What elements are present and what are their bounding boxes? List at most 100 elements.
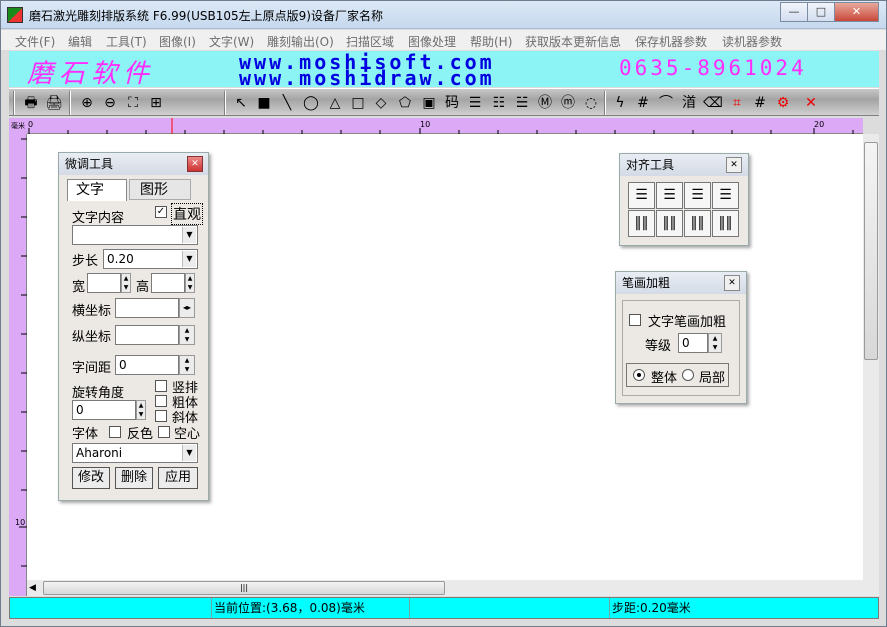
vertical-scroll-thumb[interactable] bbox=[864, 142, 878, 360]
align-close-icon[interactable]: ✕ bbox=[726, 157, 742, 173]
height-spinner[interactable]: ▲ ▼ bbox=[185, 273, 195, 293]
stroke-bold-close-icon[interactable]: ✕ bbox=[724, 275, 740, 291]
width-spinner[interactable]: ▲ ▼ bbox=[121, 273, 131, 293]
menu-image[interactable]: 图像(I) bbox=[159, 33, 196, 50]
print-icon[interactable]: 🖶 bbox=[21, 93, 41, 113]
menu-tools[interactable]: 工具(T) bbox=[106, 33, 147, 50]
fit-all-icon[interactable]: ⊞ bbox=[146, 93, 166, 113]
horizontal-scroll-thumb[interactable]: ||| bbox=[43, 581, 445, 595]
eraser-icon[interactable]: ⌫ bbox=[703, 93, 723, 113]
rectangle-icon[interactable]: □ bbox=[348, 93, 368, 113]
align-center-icon[interactable]: ☰ bbox=[656, 182, 683, 209]
fine-tune-close-icon[interactable]: ✕ bbox=[187, 156, 203, 172]
delete-button[interactable]: 删除 bbox=[115, 467, 153, 489]
dotted-circle-icon[interactable]: ◌ bbox=[581, 93, 601, 113]
level-label: 等级 bbox=[645, 339, 672, 354]
grid-red-icon[interactable]: ⌗ bbox=[727, 93, 747, 113]
image-icon[interactable]: ▣ bbox=[419, 93, 439, 113]
tab-text[interactable]: 文字 bbox=[67, 179, 127, 201]
zoom-out-icon[interactable]: ⊖ bbox=[100, 93, 120, 113]
width-input[interactable] bbox=[87, 273, 121, 293]
menu-edit[interactable]: 编辑 bbox=[68, 33, 92, 50]
diamond-icon[interactable]: ◇ bbox=[371, 93, 391, 113]
x-coord-input[interactable] bbox=[115, 298, 179, 318]
align-middle-icon[interactable]: ☰ bbox=[684, 182, 711, 209]
align-vcenter-icon[interactable]: ‖‖ bbox=[656, 210, 683, 237]
content-dropdown[interactable]: ▼ bbox=[72, 225, 198, 245]
menu-file[interactable]: 文件(F) bbox=[15, 33, 55, 50]
chevron-down-icon[interactable]: ▼ bbox=[182, 251, 196, 267]
align-vmiddle-icon[interactable]: ‖‖ bbox=[684, 210, 711, 237]
chevron-down-icon[interactable]: ▼ bbox=[182, 227, 196, 243]
bold-checkbox[interactable] bbox=[155, 395, 167, 407]
menu-bar: 文件(F) 编辑 工具(T) 图像(I) 文字(W) 雕刻输出(O) 扫描区域 … bbox=[1, 30, 886, 50]
height-input[interactable] bbox=[151, 273, 185, 293]
stroke-bold-checkbox[interactable] bbox=[629, 314, 641, 326]
text-path-icon[interactable]: 渞 bbox=[679, 93, 699, 113]
print-preview-icon[interactable]: 🖨 bbox=[44, 93, 64, 113]
delete-x-icon[interactable]: ✕ bbox=[801, 93, 821, 113]
vertical-scrollbar[interactable] bbox=[863, 134, 879, 596]
hash-icon[interactable]: # bbox=[633, 93, 653, 113]
level-input[interactable]: 0 bbox=[678, 333, 708, 353]
direct-checkbox[interactable]: ✓ bbox=[155, 206, 167, 218]
tab-shape[interactable]: 图形 bbox=[129, 179, 191, 200]
menu-help[interactable]: 帮助(H) bbox=[470, 33, 512, 50]
text-layout-icon[interactable]: ☷ bbox=[489, 93, 509, 113]
align-bottom-icon[interactable]: ‖‖ bbox=[712, 210, 739, 237]
vertical-text-icon[interactable]: ☰ bbox=[465, 93, 485, 113]
rotation-spinner[interactable]: ▲ ▼ bbox=[136, 400, 146, 420]
level-spinner[interactable]: ▲ ▼ bbox=[708, 333, 722, 353]
text-columns-icon[interactable]: ☱ bbox=[512, 93, 532, 113]
menu-scan-area[interactable]: 扫描区域 bbox=[346, 33, 394, 50]
apply-button[interactable]: 应用 bbox=[158, 467, 198, 489]
arc-icon[interactable]: ⌒ bbox=[656, 93, 676, 113]
font-dropdown[interactable]: Aharoni ▼ bbox=[72, 443, 198, 463]
zoom-in-icon[interactable]: ⊕ bbox=[77, 93, 97, 113]
seal-icon[interactable]: Ⓜ bbox=[535, 93, 555, 113]
scroll-left-arrow-icon[interactable]: ◀ bbox=[29, 583, 36, 593]
align-top-icon[interactable]: ‖‖ bbox=[628, 210, 655, 237]
align-left-icon[interactable]: ☰ bbox=[628, 182, 655, 209]
spacing-input[interactable]: 0 bbox=[115, 355, 179, 375]
menu-engrave-output[interactable]: 雕刻输出(O) bbox=[267, 33, 334, 50]
maximize-button[interactable]: □ bbox=[807, 2, 835, 22]
chevron-down-icon[interactable]: ▼ bbox=[182, 445, 196, 461]
select-arrow-icon[interactable]: ↖ bbox=[231, 93, 251, 113]
text-icon[interactable]: 码 bbox=[442, 93, 462, 113]
menu-save-machine-params[interactable]: 保存机器参数 bbox=[635, 33, 707, 50]
menu-get-update[interactable]: 获取版本更新信息 bbox=[525, 33, 621, 50]
spacing-spinner[interactable]: ▲ ▼ bbox=[179, 355, 195, 375]
align-right-icon[interactable]: ☰ bbox=[712, 182, 739, 209]
y-coord-input[interactable] bbox=[115, 325, 179, 345]
hollow-checkbox[interactable] bbox=[158, 426, 170, 438]
title-bar[interactable]: 磨石激光雕刻排版系统 F6.99(USB105左上原点版9)设备厂家名称 — □… bbox=[1, 1, 886, 29]
line-icon[interactable]: ╲ bbox=[277, 93, 297, 113]
ellipse-icon[interactable]: ◯ bbox=[301, 93, 321, 113]
italic-checkbox[interactable] bbox=[155, 410, 167, 422]
x-coord-spinner[interactable]: ◂▸ bbox=[179, 298, 195, 318]
rotation-input[interactable]: 0 bbox=[72, 400, 136, 420]
menu-image-processing[interactable]: 图像处理 bbox=[408, 33, 456, 50]
whole-radio[interactable] bbox=[633, 369, 645, 381]
vertical-checkbox[interactable] bbox=[155, 380, 167, 392]
minimize-button[interactable]: — bbox=[780, 2, 808, 22]
close-button[interactable]: ✕ bbox=[834, 2, 879, 22]
seal-oval-icon[interactable]: ⓜ bbox=[558, 93, 578, 113]
fine-tune-title[interactable]: 微调工具 bbox=[59, 153, 208, 175]
invert-checkbox[interactable] bbox=[109, 426, 121, 438]
step-dropdown[interactable]: 0.20 ▼ bbox=[103, 249, 198, 269]
lightning-icon[interactable]: ϟ bbox=[610, 93, 630, 113]
horizontal-scrollbar[interactable]: ◀ ||| bbox=[27, 580, 863, 596]
modify-button[interactable]: 修改 bbox=[72, 467, 110, 489]
filled-rect-icon[interactable]: ■ bbox=[254, 93, 274, 113]
gear-red-icon[interactable]: ⚙ bbox=[773, 93, 793, 113]
partial-radio[interactable] bbox=[682, 369, 694, 381]
fit-page-icon[interactable]: ⛶ bbox=[123, 93, 143, 113]
grid-icon[interactable]: # bbox=[750, 93, 770, 113]
menu-read-machine-params[interactable]: 读机器参数 bbox=[722, 33, 782, 50]
triangle-icon[interactable]: △ bbox=[325, 93, 345, 113]
menu-text[interactable]: 文字(W) bbox=[209, 33, 254, 50]
y-coord-spinner[interactable]: ▲ ▼ bbox=[179, 325, 195, 345]
pentagon-icon[interactable]: ⬠ bbox=[395, 93, 415, 113]
